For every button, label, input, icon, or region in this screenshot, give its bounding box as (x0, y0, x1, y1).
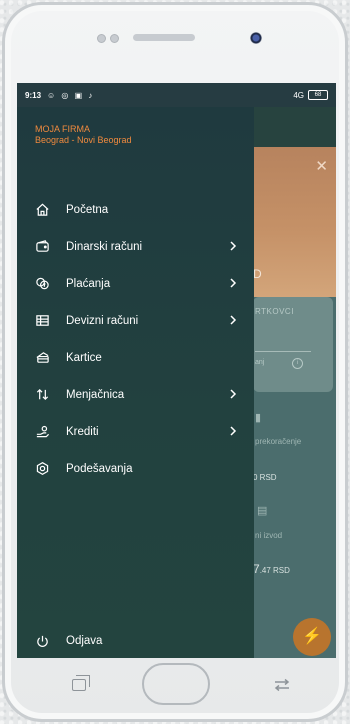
sensor-dot (97, 34, 106, 43)
company-info: MOJA FIRMA Beograd - Novi Beograd (35, 124, 132, 146)
menu-item-krediti[interactable]: Krediti (17, 413, 254, 450)
sensor-dot (110, 34, 119, 43)
card-title: RTKOVCI (255, 307, 294, 316)
info-icon: i (292, 358, 303, 369)
menu-item-label: Početna (66, 203, 109, 216)
menu-item-label: Plaćanja (66, 277, 111, 290)
menu-item-label: Krediti (66, 425, 99, 438)
navigation-drawer: MOJA FIRMA Beograd - Novi Beograd Početn… (17, 107, 254, 658)
menu-item-label: Kartice (66, 351, 102, 364)
home-button[interactable] (142, 663, 210, 705)
overdraft-amount: 0 RSD (253, 473, 277, 482)
card-subtitle: anj (255, 359, 265, 366)
phone-screen: 9:13 ☺ ◎ ▣ ♪ 4G 68 ✕ D RTKOVCI anj i ▮ p… (17, 83, 336, 658)
trash-icon: ▮ (255, 412, 262, 424)
battery-icon: 68 (308, 90, 328, 100)
wallet-icon (34, 239, 50, 255)
card-divider (255, 351, 311, 352)
close-icon: ✕ (315, 158, 328, 175)
status-bar: 9:13 ☺ ◎ ▣ ♪ 4G 68 (17, 83, 336, 107)
payments-icon (34, 276, 50, 292)
loan-icon (34, 424, 50, 440)
quick-action-button[interactable]: ⚡ (293, 618, 331, 656)
menu-item-pocetna[interactable]: Početna (17, 191, 254, 228)
status-time: 9:13 (25, 90, 42, 100)
document-icon: ▤ (257, 505, 268, 517)
company-location: Beograd - Novi Beograd (35, 135, 132, 145)
logout-label: Odjava (66, 635, 103, 647)
menu-item-kartice[interactable]: Kartice (17, 339, 254, 376)
power-icon (34, 633, 50, 649)
chevron-right-icon (230, 315, 237, 325)
logout-button[interactable]: Odjava (17, 625, 254, 657)
amount-rest: .47 RSD (259, 566, 290, 575)
exchange-icon (34, 387, 50, 403)
menu-item-menjacnica[interactable]: Menjačnica (17, 376, 254, 413)
company-name: MOJA FIRMA (35, 124, 91, 134)
overdraft-label: prekoračenje (255, 437, 302, 446)
signal-icon: 4G (293, 90, 304, 100)
logout-section: Odjava (17, 625, 254, 657)
chevron-right-icon (230, 426, 237, 436)
menu-item-placanja[interactable]: Plaćanja (17, 265, 254, 302)
foreign-accounts-icon (34, 313, 50, 329)
speaker-grille (133, 34, 195, 41)
chevron-right-icon (230, 278, 237, 288)
menu-item-label: Devizni računi (66, 314, 139, 327)
statement-label: ni izvod (255, 531, 283, 540)
statement-amount: 7.47 RSD (253, 562, 290, 576)
back-icon[interactable] (273, 678, 291, 692)
menu-item-podesavanja[interactable]: Podešavanja (17, 450, 254, 487)
status-right: 4G 68 (293, 90, 328, 100)
menu-item-dinarski-racuni[interactable]: Dinarski računi (17, 228, 254, 265)
drawer-menu: Početna Dinarski računi Plaćanja Devizni… (17, 191, 254, 487)
recent-apps-icon[interactable] (72, 679, 86, 691)
menu-item-label: Menjačnica (66, 388, 125, 401)
hero-value: D (253, 267, 262, 281)
chevron-right-icon (230, 389, 237, 399)
chevron-right-icon (230, 241, 237, 251)
home-icon (34, 202, 50, 218)
menu-item-label: Dinarski računi (66, 240, 143, 253)
settings-icon (34, 461, 50, 477)
notification-icons: ☺ ◎ ▣ ♪ (47, 90, 95, 100)
menu-item-devizni-racuni[interactable]: Devizni računi (17, 302, 254, 339)
card-icon (34, 350, 50, 366)
amount-main: 7 (253, 562, 260, 576)
menu-item-label: Podešavanja (66, 462, 133, 475)
front-camera (250, 32, 262, 44)
